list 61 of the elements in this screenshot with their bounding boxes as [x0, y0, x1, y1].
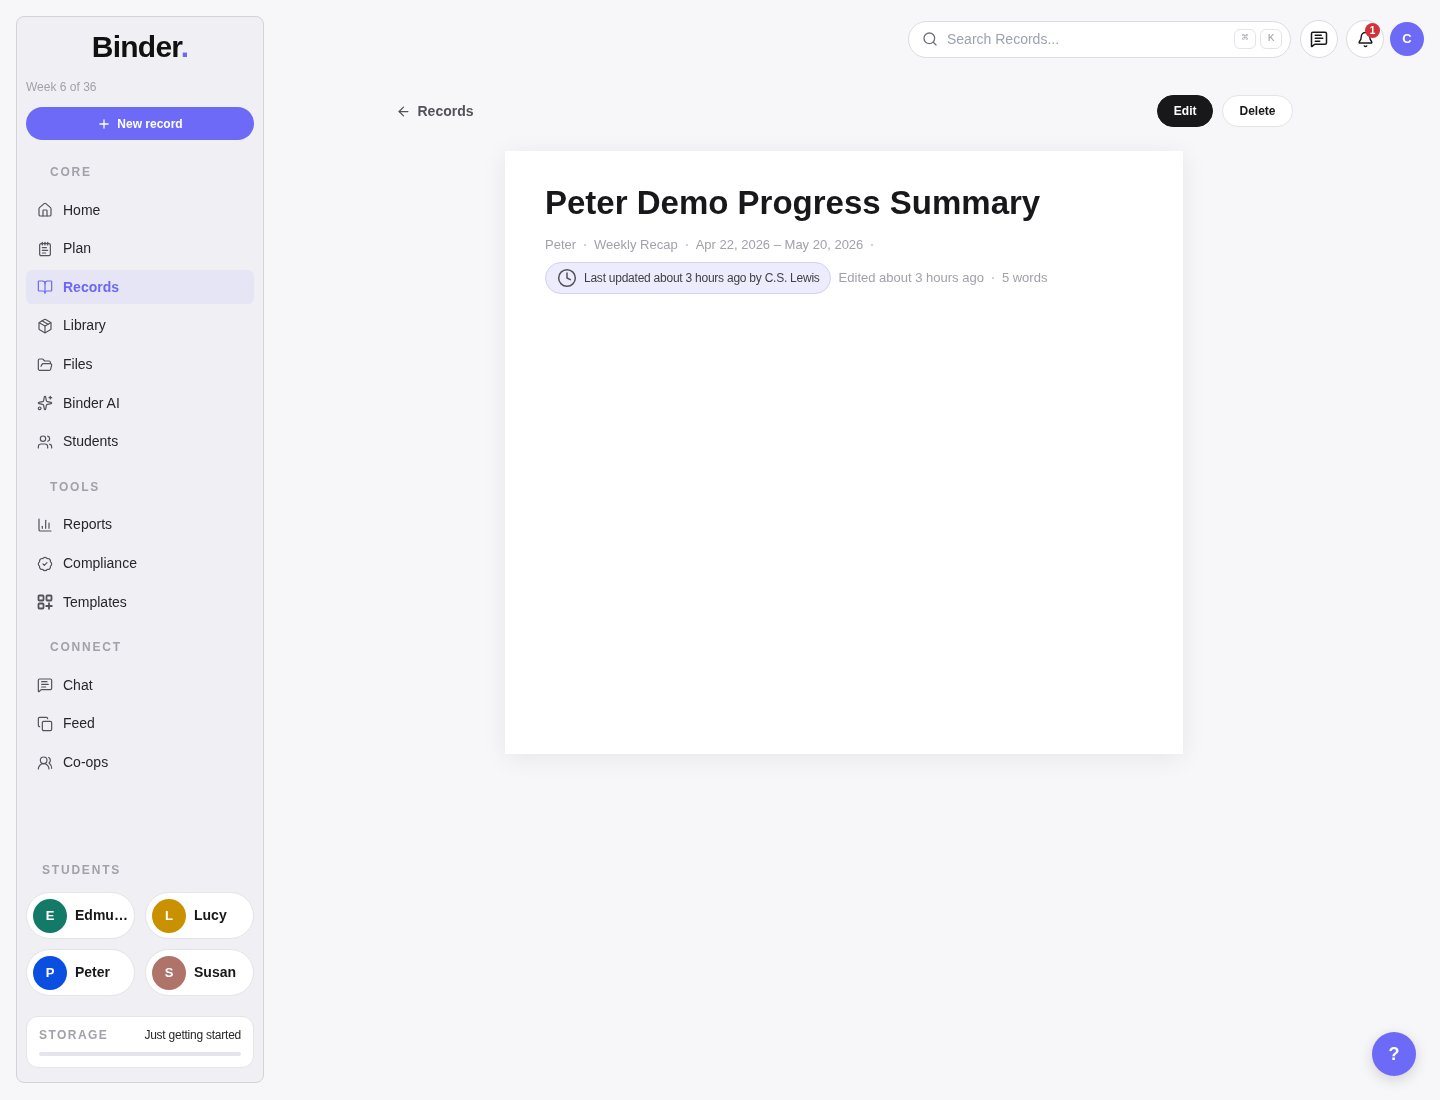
nav-item[interactable]: Plan: [26, 231, 254, 266]
last-updated-text: Last updated about 3 hours ago by C.S. Lewis: [584, 270, 820, 287]
nav-item[interactable]: Feed: [26, 706, 254, 741]
help-button[interactable]: ?: [1372, 1032, 1416, 1076]
open-book-icon: [37, 279, 53, 296]
meta-item: Peter: [545, 236, 577, 254]
back-link[interactable]: Records: [395, 100, 474, 122]
message-icon: [37, 677, 53, 694]
edit-button[interactable]: Edit: [1156, 95, 1214, 127]
avatar: E: [33, 898, 67, 933]
meta-item: Apr 22, 2026 – May 20, 2026: [695, 236, 864, 254]
clock-icon: [557, 268, 577, 288]
meta-item: Weekly Recap: [594, 236, 678, 254]
nav-item[interactable]: Compliance: [26, 546, 254, 581]
word-count: 5 words: [1001, 269, 1048, 288]
nav-item[interactable]: Home: [26, 193, 254, 227]
nav-item[interactable]: Templates: [26, 585, 254, 620]
people-icon: [37, 433, 53, 450]
grid-plus-icon: [37, 594, 53, 611]
stacked-squares-icon: [37, 715, 53, 732]
notepad-icon: [37, 240, 53, 257]
package-icon: [37, 317, 53, 334]
notifications-button[interactable]: 1: [1346, 20, 1384, 58]
logo: Binder.: [91, 29, 189, 65]
chat-button[interactable]: [1300, 20, 1338, 58]
plus-icon: [97, 116, 112, 131]
sparkles-icon: [37, 395, 53, 412]
search-icon: [922, 30, 938, 47]
user-avatar[interactable]: C: [1390, 22, 1424, 56]
week-label: Week 6 of 36: [26, 79, 97, 95]
nav-item[interactable]: Co-ops: [26, 745, 254, 780]
folder-icon: [37, 356, 53, 373]
notification-badge: 1: [1365, 23, 1380, 38]
new-record-button[interactable]: New record: [26, 107, 254, 140]
avatar: S: [152, 955, 186, 990]
bar-chart-icon: [37, 516, 53, 533]
nav-item[interactable]: Chat: [26, 668, 254, 703]
storage-status: Just getting started: [144, 1027, 241, 1043]
avatar: P: [33, 955, 67, 990]
people-icon: [37, 754, 53, 771]
student-chip[interactable]: L Lucy: [145, 892, 254, 939]
avatar: L: [152, 898, 186, 933]
house-icon: [37, 202, 53, 218]
edited-text: Edited about 3 hours ago: [838, 269, 984, 288]
section-heading: CORE: [49, 164, 93, 180]
nav-item[interactable]: Binder AI: [26, 386, 254, 421]
section-heading: CONNECT: [49, 639, 123, 656]
student-chip[interactable]: E Edmu…: [26, 892, 135, 939]
message-icon: [1310, 30, 1328, 48]
delete-button[interactable]: Delete: [1222, 95, 1293, 127]
nav-item[interactable]: Library: [26, 308, 254, 343]
badge-check-icon: [37, 555, 53, 572]
student-chip[interactable]: P Peter: [26, 949, 135, 996]
nav-item[interactable]: Files: [26, 347, 254, 382]
nav-item[interactable]: Reports: [26, 507, 254, 542]
section-heading: TOOLS: [49, 478, 102, 495]
nav-item[interactable]: Students: [26, 424, 254, 459]
record-title: Peter Demo Progress Summary: [545, 183, 1042, 223]
student-chip[interactable]: S Susan: [145, 949, 254, 996]
section-heading: STUDENTS: [41, 862, 123, 878]
storage-label: STORAGE: [39, 1027, 109, 1043]
